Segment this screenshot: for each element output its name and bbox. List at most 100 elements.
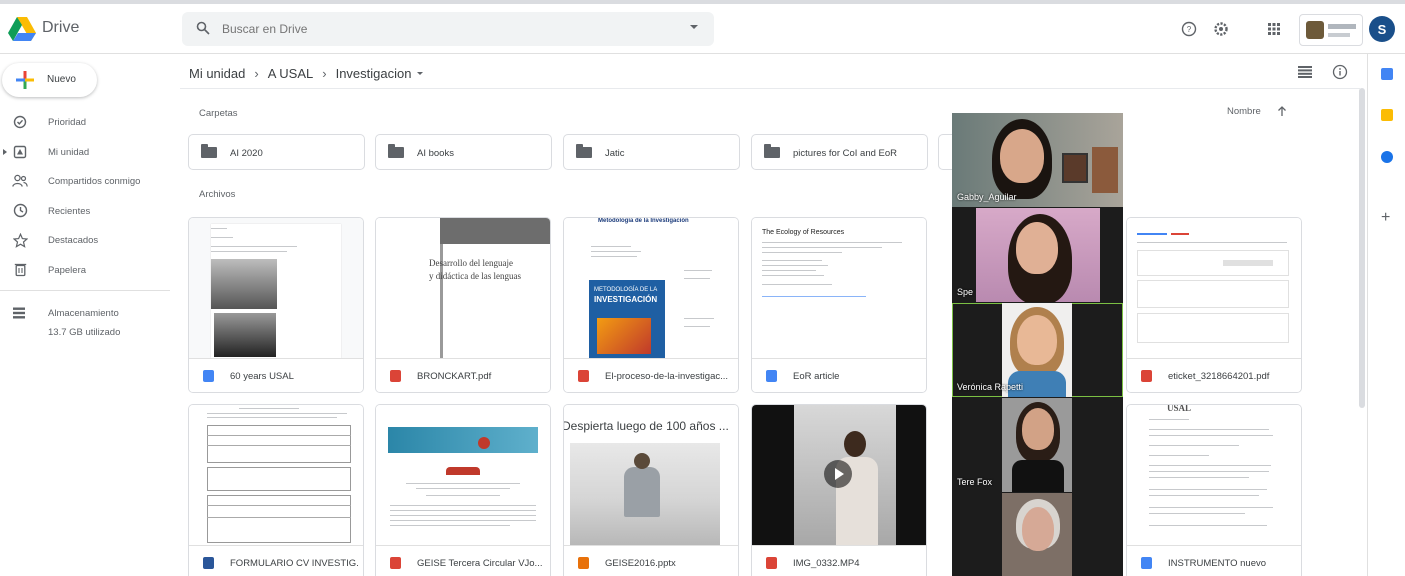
- sidebar-item-label: Destacados: [48, 235, 99, 246]
- sidebar-item-my-drive[interactable]: Mi unidad: [0, 138, 178, 168]
- file-thumbnail: USAL: [1127, 405, 1301, 545]
- google-docs-icon: [1141, 557, 1152, 569]
- google-docs-icon: [203, 370, 214, 382]
- file-name: EoR article: [793, 371, 840, 382]
- breadcrumb-my-drive[interactable]: Mi unidad: [189, 66, 245, 81]
- folder-item[interactable]: pictures for CoI and EoR: [751, 134, 928, 170]
- file-card[interactable]: FORMULARIO CV INVESTIG...: [188, 404, 364, 576]
- file-card[interactable]: 60 years USAL: [188, 217, 364, 393]
- help-icon[interactable]: ?: [1178, 18, 1200, 40]
- folder-item[interactable]: Jatic: [563, 134, 740, 170]
- app-name: Drive: [42, 19, 80, 36]
- file-name: INSTRUMENTO nuevo: [1168, 558, 1267, 569]
- participant-name: Verónica Rapetti: [957, 382, 1024, 392]
- sort-by-name[interactable]: Nombre: [1227, 106, 1261, 117]
- list-view-icon[interactable]: [1296, 63, 1314, 81]
- folder-item[interactable]: AI books: [375, 134, 552, 170]
- participant-tile[interactable]: Tere Fox: [952, 398, 1123, 492]
- file-name: IMG_0332.MP4: [793, 558, 860, 569]
- participant-tile[interactable]: [952, 493, 1123, 576]
- folder-name: AI 2020: [230, 148, 263, 159]
- thumbnail-text: The Ecology of Resources: [762, 229, 845, 236]
- search-icon: [196, 21, 210, 35]
- sidebar-item-starred[interactable]: Destacados: [0, 226, 178, 256]
- play-icon[interactable]: [824, 460, 852, 488]
- folder-name: Jatic: [605, 148, 625, 159]
- drive-window: Drive ? S Nuevo Prioridad: [0, 0, 1405, 576]
- search-bar[interactable]: [182, 12, 714, 46]
- participant-tile[interactable]: Spe: [952, 208, 1123, 302]
- apps-grid-icon[interactable]: [1263, 18, 1285, 40]
- calendar-icon[interactable]: [1381, 68, 1393, 80]
- breadcrumb-a-usal[interactable]: A USAL: [268, 66, 314, 81]
- file-card[interactable]: Metodología de la Investigación METODOLO…: [563, 217, 739, 393]
- participant-name: Spe: [957, 287, 974, 297]
- sidebar-item-label: Mi unidad: [48, 146, 90, 158]
- pdf-icon: [1141, 370, 1152, 382]
- check-circle-icon: [12, 114, 28, 130]
- keep-icon[interactable]: [1381, 109, 1393, 121]
- settings-gear-icon[interactable]: [1210, 18, 1232, 40]
- search-options-chevron-icon[interactable]: [690, 25, 698, 29]
- file-name: GEISE Tercera Circular VJo...: [417, 558, 543, 569]
- participant-tile[interactable]: Gabby_Aguilar: [952, 113, 1123, 207]
- file-card[interactable]: USAL INSTRUMENTO nuevo: [1126, 404, 1302, 576]
- file-name: El-proceso-de-la-investigac...: [605, 371, 729, 382]
- sidebar-nav: Prioridad Mi unidad Compartidos conmigo …: [0, 108, 178, 285]
- file-card[interactable]: eticket_3218664201.pdf: [1126, 217, 1302, 393]
- video-call-panel: Gabby_Aguilar Spe Verónica Rapetti Tere …: [952, 113, 1123, 576]
- file-card[interactable]: The Ecology of Resources EoR article: [751, 217, 927, 393]
- account-org-logo: [1328, 24, 1356, 29]
- pdf-icon: [390, 370, 401, 382]
- participant-name: Tere Fox: [957, 477, 993, 487]
- header: Drive ? S: [0, 4, 1405, 54]
- file-thumbnail: [1127, 218, 1301, 358]
- thumbnail-text: y didáctica de las lenguas: [429, 271, 521, 281]
- folder-name: AI books: [417, 148, 454, 159]
- sidebar-item-shared[interactable]: Compartidos conmigo: [0, 167, 178, 197]
- storage-icon: [12, 306, 26, 325]
- svg-text:?: ?: [1187, 25, 1192, 34]
- chevron-right-icon: ›: [254, 65, 259, 81]
- file-card[interactable]: Despierta luego de 100 años ... GEISE201…: [563, 404, 739, 576]
- expand-arrow-icon[interactable]: [3, 148, 7, 155]
- sidebar-item-trash[interactable]: Papelera: [0, 256, 178, 286]
- folder-item[interactable]: AI 2020: [188, 134, 365, 170]
- slides-icon: [578, 557, 589, 569]
- file-card[interactable]: Desarrollo del lenguaje y didáctica de l…: [375, 217, 551, 393]
- avatar[interactable]: S: [1369, 16, 1395, 42]
- pdf-icon: [390, 557, 401, 569]
- info-icon[interactable]: [1331, 63, 1349, 81]
- new-button[interactable]: Nuevo: [2, 63, 97, 97]
- chevron-down-icon[interactable]: [417, 71, 424, 75]
- thumbnail-text: Metodología de la Investigación: [598, 218, 689, 224]
- drive-logo-icon[interactable]: [8, 16, 36, 42]
- drive-icon: [12, 144, 28, 160]
- chevron-right-icon: ›: [322, 65, 327, 81]
- breadcrumb: Mi unidad › A USAL › Investigacion: [189, 63, 424, 83]
- new-button-label: Nuevo: [47, 74, 76, 85]
- breadcrumb-current-folder[interactable]: Investigacion: [336, 66, 412, 81]
- file-thumbnail: [376, 405, 550, 545]
- folder-name: pictures for CoI and EoR: [793, 148, 898, 159]
- sidebar-item-priority[interactable]: Prioridad: [0, 108, 178, 138]
- file-name: eticket_3218664201.pdf: [1168, 371, 1270, 382]
- trash-icon: [12, 262, 28, 278]
- file-thumbnail: [189, 218, 363, 358]
- add-addon-icon[interactable]: +: [1381, 210, 1390, 226]
- file-name: 60 years USAL: [230, 371, 294, 382]
- file-card[interactable]: GEISE Tercera Circular VJo...: [375, 404, 551, 576]
- thumbnail-text: Desarrollo del lenguaje: [429, 258, 513, 268]
- sidebar-item-recent[interactable]: Recientes: [0, 197, 178, 227]
- folders-heading: Carpetas: [199, 108, 238, 119]
- clock-icon: [12, 203, 28, 219]
- account-switcher[interactable]: [1299, 14, 1363, 46]
- scrollbar[interactable]: [1359, 88, 1365, 408]
- people-icon: [12, 173, 28, 189]
- tasks-icon[interactable]: [1381, 151, 1393, 163]
- search-input[interactable]: [222, 19, 662, 39]
- file-card[interactable]: IMG_0332.MP4: [751, 404, 927, 576]
- participant-tile-active-speaker[interactable]: Verónica Rapetti: [952, 303, 1123, 397]
- thumbnail-text: USAL: [1167, 405, 1192, 413]
- arrow-up-icon[interactable]: [1277, 106, 1287, 117]
